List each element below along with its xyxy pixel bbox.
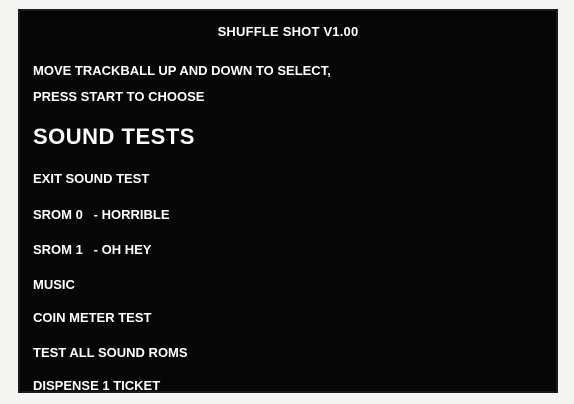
sound-test-screen: SHUFFLE SHOT V1.00 MOVE TRACKBALL UP AND… xyxy=(18,9,558,393)
menu-item-test-all-sound-roms[interactable]: TEST ALL SOUND ROMS xyxy=(33,345,188,360)
menu-item-srom-0[interactable]: SROM 0 - HORRIBLE xyxy=(33,207,170,222)
menu-item-music[interactable]: MUSIC xyxy=(33,277,75,292)
instruction-line-select: MOVE TRACKBALL UP AND DOWN TO SELECT, xyxy=(33,63,331,78)
instruction-line-choose: PRESS START TO CHOOSE xyxy=(33,89,205,104)
screen-heading: SOUND TESTS xyxy=(33,124,195,149)
menu-item-srom-1[interactable]: SROM 1 - OH HEY xyxy=(33,242,151,257)
menu-item-dispense-1-ticket[interactable]: DISPENSE 1 TICKET xyxy=(33,378,160,393)
menu-item-coin-meter-test[interactable]: COIN METER TEST xyxy=(33,310,151,325)
menu-item-exit-sound-test[interactable]: EXIT SOUND TEST xyxy=(33,171,149,186)
game-title: SHUFFLE SHOT V1.00 xyxy=(217,24,359,39)
